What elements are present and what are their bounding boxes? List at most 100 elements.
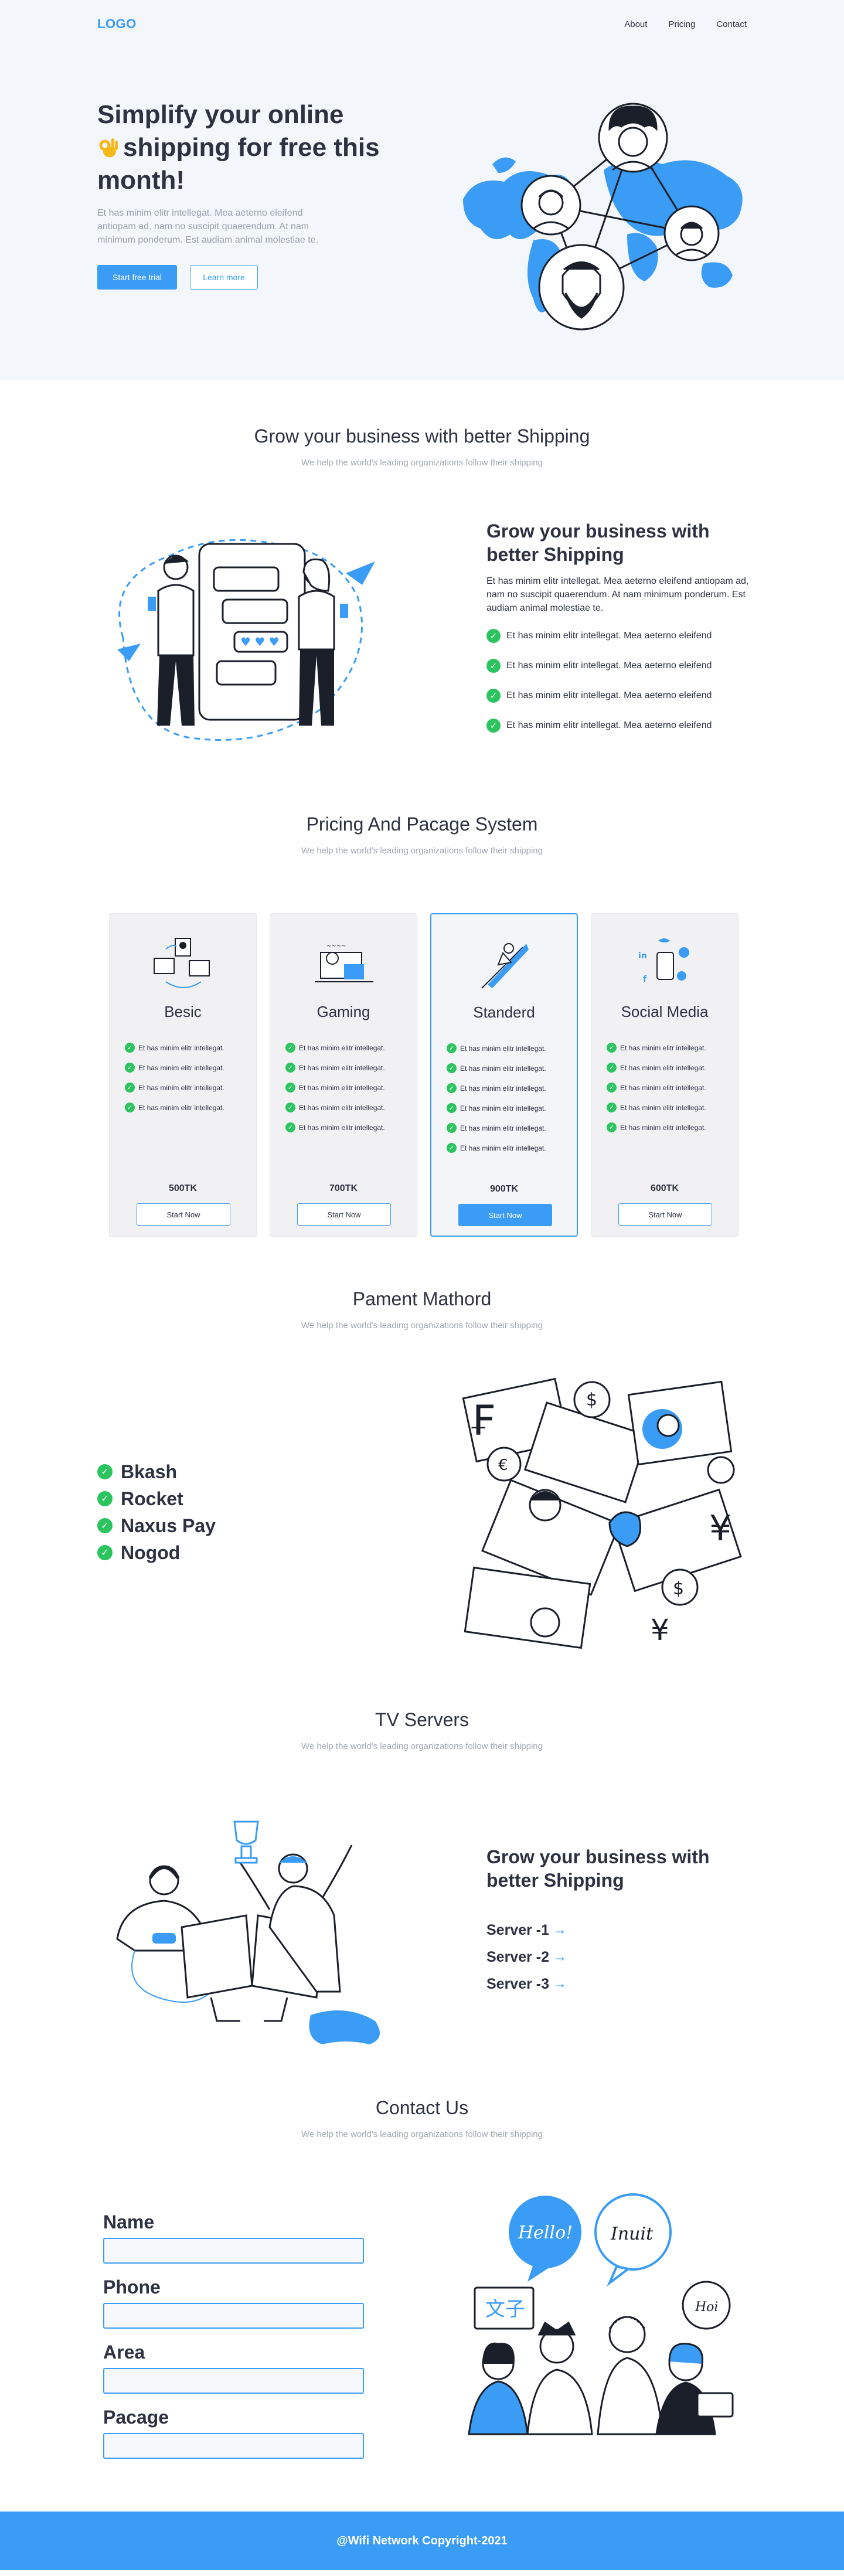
learn-more-button[interactable]: Learn more [190, 265, 258, 290]
logo[interactable]: LOGO [97, 16, 137, 32]
start-now-button[interactable]: Start Now [137, 1203, 230, 1226]
start-now-button[interactable]: Start Now [458, 1204, 552, 1226]
svg-text:♥ ♥ ♥: ♥ ♥ ♥ [240, 635, 280, 649]
pacage-field[interactable] [103, 2433, 364, 2459]
svg-text:¥: ¥ [709, 1508, 731, 1549]
card-feature: ✓ Et has minim elitr intellegat. [125, 1063, 224, 1073]
svg-text:€: € [498, 1457, 508, 1474]
card-feature: ✓ Et has minim elitr intellegat. [447, 1123, 546, 1133]
check-icon: ✓ [97, 1518, 113, 1533]
card-feature: ✓ Et has minim elitr intellegat. [125, 1102, 224, 1112]
hero-section: LOGO About Pricing Contact Simplify your… [0, 0, 844, 380]
svg-text:₣: ₣ [469, 1397, 495, 1445]
feature-text: Et has minim elitr intellegat. [620, 1103, 706, 1112]
check-icon: ✓ [447, 1043, 457, 1053]
check-icon: ✓ [447, 1143, 457, 1153]
bubble-text-hello: Hello! [518, 2223, 573, 2243]
card-feature: ✓ Et has minim elitr intellegat. [607, 1063, 706, 1073]
feature-text: Et has minim elitr intellegat. [299, 1083, 385, 1092]
arrow-right-icon: → [553, 1922, 567, 1938]
card-feature: ✓ Et has minim elitr intellegat. [285, 1063, 385, 1073]
check-icon: ✓ [285, 1102, 295, 1112]
feature-text: Et has minim elitr intellegat. [299, 1043, 385, 1052]
card-feature: ✓ Et has minim elitr intellegat. [447, 1143, 546, 1153]
gamers-illustration [116, 1820, 380, 2044]
bubble-text-inuit: Inuit [610, 2224, 654, 2244]
hero-title-line1: Simplify your online [97, 100, 344, 129]
check-icon: ✓ [486, 719, 501, 733]
feature-text: Et has minim elitr intellegat. [620, 1123, 706, 1132]
name-field[interactable] [103, 2238, 364, 2264]
card-feature: ✓ Et has minim elitr intellegat. [607, 1083, 706, 1093]
card-feature: ✓ Et has minim elitr intellegat. [607, 1102, 706, 1112]
card-price: 500TK [168, 1183, 198, 1193]
money-collage-illustration: $ € $ ¥ ¥ ₣ [462, 1377, 742, 1649]
feature-text: Et has minim elitr intellegat. [620, 1083, 706, 1092]
card-feature: ✓ Et has minim elitr intellegat. [447, 1103, 546, 1113]
nav-link-pricing[interactable]: Pricing [668, 19, 695, 29]
pricing-card-standerd: Standerd ✓ Et has minim elitr intellegat.… [430, 913, 578, 1237]
check-icon: ✓ [285, 1063, 295, 1073]
feature-text: Et has minim elitr intellegat. [138, 1063, 224, 1072]
check-icon: ✓ [285, 1083, 295, 1093]
svg-text:f: f [643, 975, 647, 984]
bubble-text-kanji: 文子 [485, 2298, 525, 2321]
section-title: Grow your business with better Shipping [254, 426, 590, 447]
area-label: Area [103, 2342, 145, 2363]
server-item[interactable]: Server -3 → [486, 1975, 744, 1993]
card-title: Besic [164, 1003, 202, 1020]
check-icon: ✓ [97, 1545, 113, 1560]
payment-heading: Pament Mathord We help the world's leadi… [0, 1288, 844, 1330]
pacage-label: Pacage [103, 2407, 169, 2428]
feature-text: Et has minim elitr intellegat. [620, 1063, 706, 1072]
phone-field[interactable] [103, 2303, 364, 2329]
feature-text: Et has minim elitr intellegat. [460, 1064, 546, 1073]
payment-section: Pament Mathord We help the world's leadi… [0, 1277, 844, 1699]
start-now-button[interactable]: Start Now [297, 1203, 391, 1226]
server-list: Server -1 → Server -2 → Server -3 → [486, 1921, 744, 1993]
check-icon: ✓ [486, 689, 501, 703]
arrow-right-icon: → [553, 1976, 567, 1992]
area-field[interactable] [103, 2368, 364, 2394]
feature-text: Et has minim elitr intellegat. [460, 1144, 546, 1152]
feature-text: Et has minim elitr intellegat. [620, 1043, 706, 1052]
section-subtitle: We help the world's leading organization… [301, 1321, 543, 1330]
tv-heading: TV Servers We help the world's leading o… [0, 1709, 844, 1751]
section-subtitle: We help the world's leading organization… [301, 1741, 543, 1751]
start-free-trial-button[interactable]: Start free trial [97, 265, 177, 290]
nav-link-about[interactable]: About [624, 19, 647, 29]
card-title: Standerd [473, 1003, 535, 1021]
card-feature: ✓ Et has minim elitr intellegat. [285, 1043, 385, 1053]
check-icon: ✓ [486, 629, 501, 643]
contact-form: Name Phone Area Pacage [103, 2211, 364, 2472]
check-item: ✓ Et has minim elitr intellegat. Mea aete… [486, 689, 750, 703]
feature-text: Et has minim elitr intellegat. [299, 1103, 385, 1112]
social-media-icon: in f [638, 938, 689, 984]
check-icon: ✓ [607, 1043, 617, 1053]
check-icon: ✓ [486, 659, 501, 673]
footer: @Wifi Network Copyright-2021 [0, 2512, 844, 2570]
start-now-button[interactable]: Start Now [618, 1203, 712, 1226]
card-features: ✓ Et has minim elitr intellegat. ✓ Et has … [285, 1043, 385, 1142]
section-title: Contact Us [375, 2097, 469, 2118]
server-item[interactable]: Server -2 → [486, 1948, 744, 1966]
feature-text: Et has minim elitr intellegat. [460, 1124, 546, 1132]
card-feature: ✓ Et has minim elitr intellegat. [285, 1083, 385, 1093]
nav-link-contact[interactable]: Contact [716, 19, 747, 29]
payment-method: ✓ Naxus Pay [97, 1515, 216, 1536]
svg-text:$: $ [586, 1390, 597, 1410]
feature-text: Et has minim elitr intellegat. [460, 1044, 546, 1053]
feature-text: Et has minim elitr intellegat. [138, 1043, 224, 1052]
block-title: Grow your business with better Shipping [486, 1846, 710, 1891]
check-icon: ✓ [125, 1102, 135, 1112]
check-icon: ✓ [125, 1043, 135, 1053]
card-feature: ✓ Et has minim elitr intellegat. [607, 1043, 706, 1053]
ok-hand-emoji-icon [99, 138, 118, 158]
check-icon: ✓ [285, 1122, 295, 1132]
server-label: Server -1 [486, 1921, 550, 1938]
server-item[interactable]: Server -1 → [486, 1921, 744, 1939]
hero-title-line2: shipping for free this [123, 133, 380, 162]
payment-method-label: Rocket [121, 1488, 183, 1509]
grow-heading: Grow your business with better Shipping … [0, 426, 844, 468]
card-title: Social Media [621, 1003, 709, 1020]
